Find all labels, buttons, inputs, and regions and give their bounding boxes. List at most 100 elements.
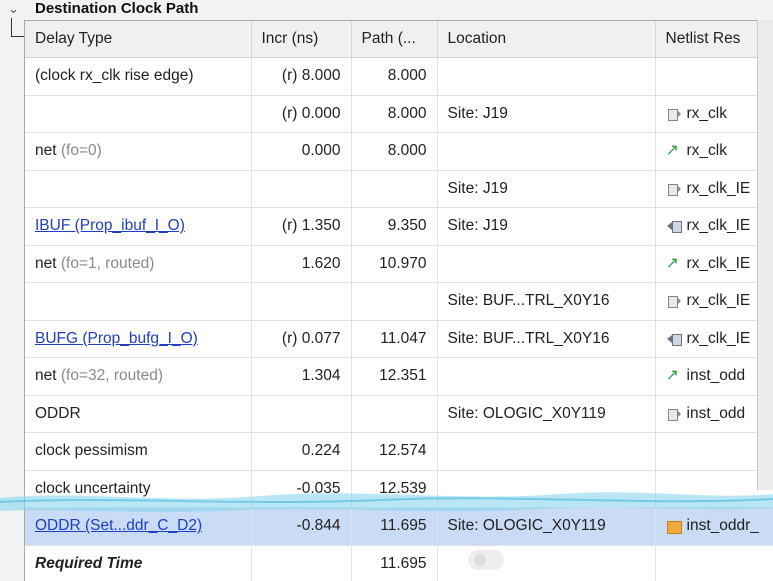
path-cell xyxy=(351,395,438,433)
table-row[interactable]: Site: J19 rx_clk_IE xyxy=(25,170,773,208)
location-cell: Site: BUF...TRL_X0Y16 xyxy=(437,320,656,358)
location-cell: Site: J19 xyxy=(437,170,656,208)
timing-path-table: Delay Type Incr (ns) Path (... Location … xyxy=(24,20,773,581)
location-cell xyxy=(437,57,656,96)
location-cell xyxy=(437,132,656,171)
netlist-resource-cell[interactable]: rx_clk_IE xyxy=(655,282,773,321)
path-cell: 11.047 xyxy=(351,320,438,358)
netlist-resource-text: rx_clk_IE xyxy=(686,217,751,235)
netlist-resource-cell[interactable] xyxy=(655,57,773,96)
table-row[interactable]: (r) 0.000 8.000 Site: J19 rx_clk xyxy=(25,95,773,133)
netlist-resource-cell[interactable]: rx_clk_IE xyxy=(655,170,773,208)
netlist-resource-cell[interactable]: rx_clk_IE xyxy=(655,207,773,246)
netlist-resource-cell[interactable]: inst_odd xyxy=(655,395,773,433)
delay-type-cell[interactable]: ODDR (Set...ddr_C_D2) xyxy=(25,507,252,546)
location-cell xyxy=(437,245,656,283)
delay-type-cell: net (fo=0) xyxy=(25,132,252,171)
delay-type-cell: net (fo=1, routed) xyxy=(25,245,252,283)
delay-type-text: ODDR xyxy=(35,404,81,422)
input-pin-icon xyxy=(666,332,682,346)
table-row[interactable]: net (fo=0) 0.000 8.000 ↗ rx_clk xyxy=(25,132,773,171)
delay-type-cell: net (fo=32, routed) xyxy=(25,357,252,396)
path-cell: 12.351 xyxy=(351,357,438,396)
delay-type-text: net xyxy=(35,367,57,385)
table-row[interactable]: clock uncertainty -0.035 12.539 xyxy=(25,470,773,508)
fanout-text: (fo=1, routed) xyxy=(60,254,155,272)
location-cell: Site: J19 xyxy=(437,207,656,246)
toggle-switch[interactable] xyxy=(468,550,504,570)
delay-type-link[interactable]: IBUF (Prop_ibuf_I_O) xyxy=(35,217,185,234)
column-header-incr[interactable]: Incr (ns) xyxy=(251,21,352,58)
incr-cell: (r) 0.077 xyxy=(251,320,352,358)
path-cell: 9.350 xyxy=(351,207,438,246)
delay-type-text: net xyxy=(35,254,57,272)
collapse-chevron-icon[interactable]: ⌄ xyxy=(8,1,19,17)
column-header-path[interactable]: Path (... xyxy=(351,21,438,58)
table-row[interactable]: Required Time 11.695 xyxy=(25,545,773,581)
path-cell: 11.695 xyxy=(351,545,438,581)
delay-type-cell: Required Time xyxy=(25,545,252,581)
delay-type-text: clock uncertainty xyxy=(35,479,151,497)
incr-cell xyxy=(251,170,352,208)
port-icon xyxy=(666,407,682,421)
incr-cell xyxy=(251,395,352,433)
delay-type-cell: clock uncertainty xyxy=(25,470,252,508)
netlist-resource-cell[interactable]: ↗ inst_odd xyxy=(655,357,773,396)
netlist-resource-cell[interactable]: rx_clk xyxy=(655,95,773,133)
net-arrow-icon: ↗ xyxy=(665,254,679,272)
delay-type-cell[interactable]: BUFG (Prop_bufg_I_O) xyxy=(25,320,252,358)
netlist-resource-text: rx_clk xyxy=(686,142,727,160)
vertical-scrollbar[interactable] xyxy=(757,20,773,490)
table-row[interactable]: (clock rx_clk rise edge) (r) 8.000 8.000 xyxy=(25,57,773,96)
netlist-resource-cell[interactable]: inst_oddr_ xyxy=(655,507,773,546)
column-header-netlist-resource[interactable]: Netlist Res xyxy=(655,21,773,58)
table-row[interactable]: Site: BUF...TRL_X0Y16 rx_clk_IE xyxy=(25,282,773,321)
netlist-resource-cell[interactable]: ↗ rx_clk_IE xyxy=(655,245,773,283)
input-pin-icon xyxy=(666,219,682,234)
port-icon xyxy=(666,294,682,309)
fanout-text: (fo=32, routed) xyxy=(60,367,163,385)
table-header-row: Delay Type Incr (ns) Path (... Location … xyxy=(25,21,773,58)
delay-type-cell xyxy=(25,170,252,208)
path-cell: 12.539 xyxy=(351,470,438,508)
netlist-resource-cell[interactable] xyxy=(655,432,773,471)
location-cell xyxy=(437,470,656,508)
path-cell: 8.000 xyxy=(351,132,438,171)
netlist-resource-text: inst_oddr_ xyxy=(686,517,759,535)
port-icon xyxy=(666,107,682,121)
delay-type-cell xyxy=(25,282,252,321)
path-cell: 8.000 xyxy=(351,95,438,133)
table-row[interactable]: clock pessimism 0.224 12.574 xyxy=(25,432,773,471)
column-header-delay-type[interactable]: Delay Type xyxy=(25,21,252,58)
incr-cell: -0.035 xyxy=(251,470,352,508)
netlist-resource-cell[interactable]: rx_clk_IE xyxy=(655,320,773,358)
table-row[interactable]: net (fo=1, routed) 1.620 10.970 ↗ rx_clk_IE xyxy=(25,245,773,283)
incr-cell: 0.224 xyxy=(251,432,352,471)
netlist-resource-cell[interactable] xyxy=(655,545,773,581)
delay-type-cell[interactable]: IBUF (Prop_ibuf_I_O) xyxy=(25,207,252,246)
table-row[interactable]: ODDR (Set...ddr_C_D2) -0.844 11.695 Site: … xyxy=(25,507,773,546)
netlist-resource-text: rx_clk_IE xyxy=(686,329,751,347)
delay-type-link[interactable]: BUFG (Prop_bufg_I_O) xyxy=(35,330,198,347)
delay-type-text: (clock rx_clk rise edge) xyxy=(35,67,194,85)
column-header-location[interactable]: Location xyxy=(437,21,656,58)
netlist-resource-text: rx_clk_IE xyxy=(686,254,751,272)
table-row[interactable]: BUFG (Prop_bufg_I_O) (r) 0.077 11.047 Site… xyxy=(25,320,773,358)
delay-type-cell: clock pessimism xyxy=(25,432,252,471)
section-header[interactable]: ⌄ Destination Clock Path xyxy=(0,0,773,20)
netlist-resource-cell[interactable] xyxy=(655,470,773,508)
incr-cell xyxy=(251,282,352,321)
table-row[interactable]: net (fo=32, routed) 1.304 12.351 ↗ inst_odd xyxy=(25,357,773,396)
path-cell: 8.000 xyxy=(351,57,438,96)
netlist-resource-text: rx_clk_IE xyxy=(686,179,751,197)
location-cell xyxy=(437,432,656,471)
netlist-resource-cell[interactable]: ↗ rx_clk xyxy=(655,132,773,171)
location-cell xyxy=(437,357,656,396)
table-row[interactable]: IBUF (Prop_ibuf_I_O) (r) 1.350 9.350 Site:… xyxy=(25,207,773,246)
delay-type-cell: (clock rx_clk rise edge) xyxy=(25,57,252,96)
table-row[interactable]: ODDR Site: OLOGIC_X0Y119 inst_odd xyxy=(25,395,773,433)
delay-type-cell: ODDR xyxy=(25,395,252,433)
delay-type-link[interactable]: ODDR (Set...ddr_C_D2) xyxy=(35,517,202,534)
netlist-resource-text: inst_odd xyxy=(686,404,746,422)
netlist-resource-text: rx_clk_IE xyxy=(686,292,751,310)
